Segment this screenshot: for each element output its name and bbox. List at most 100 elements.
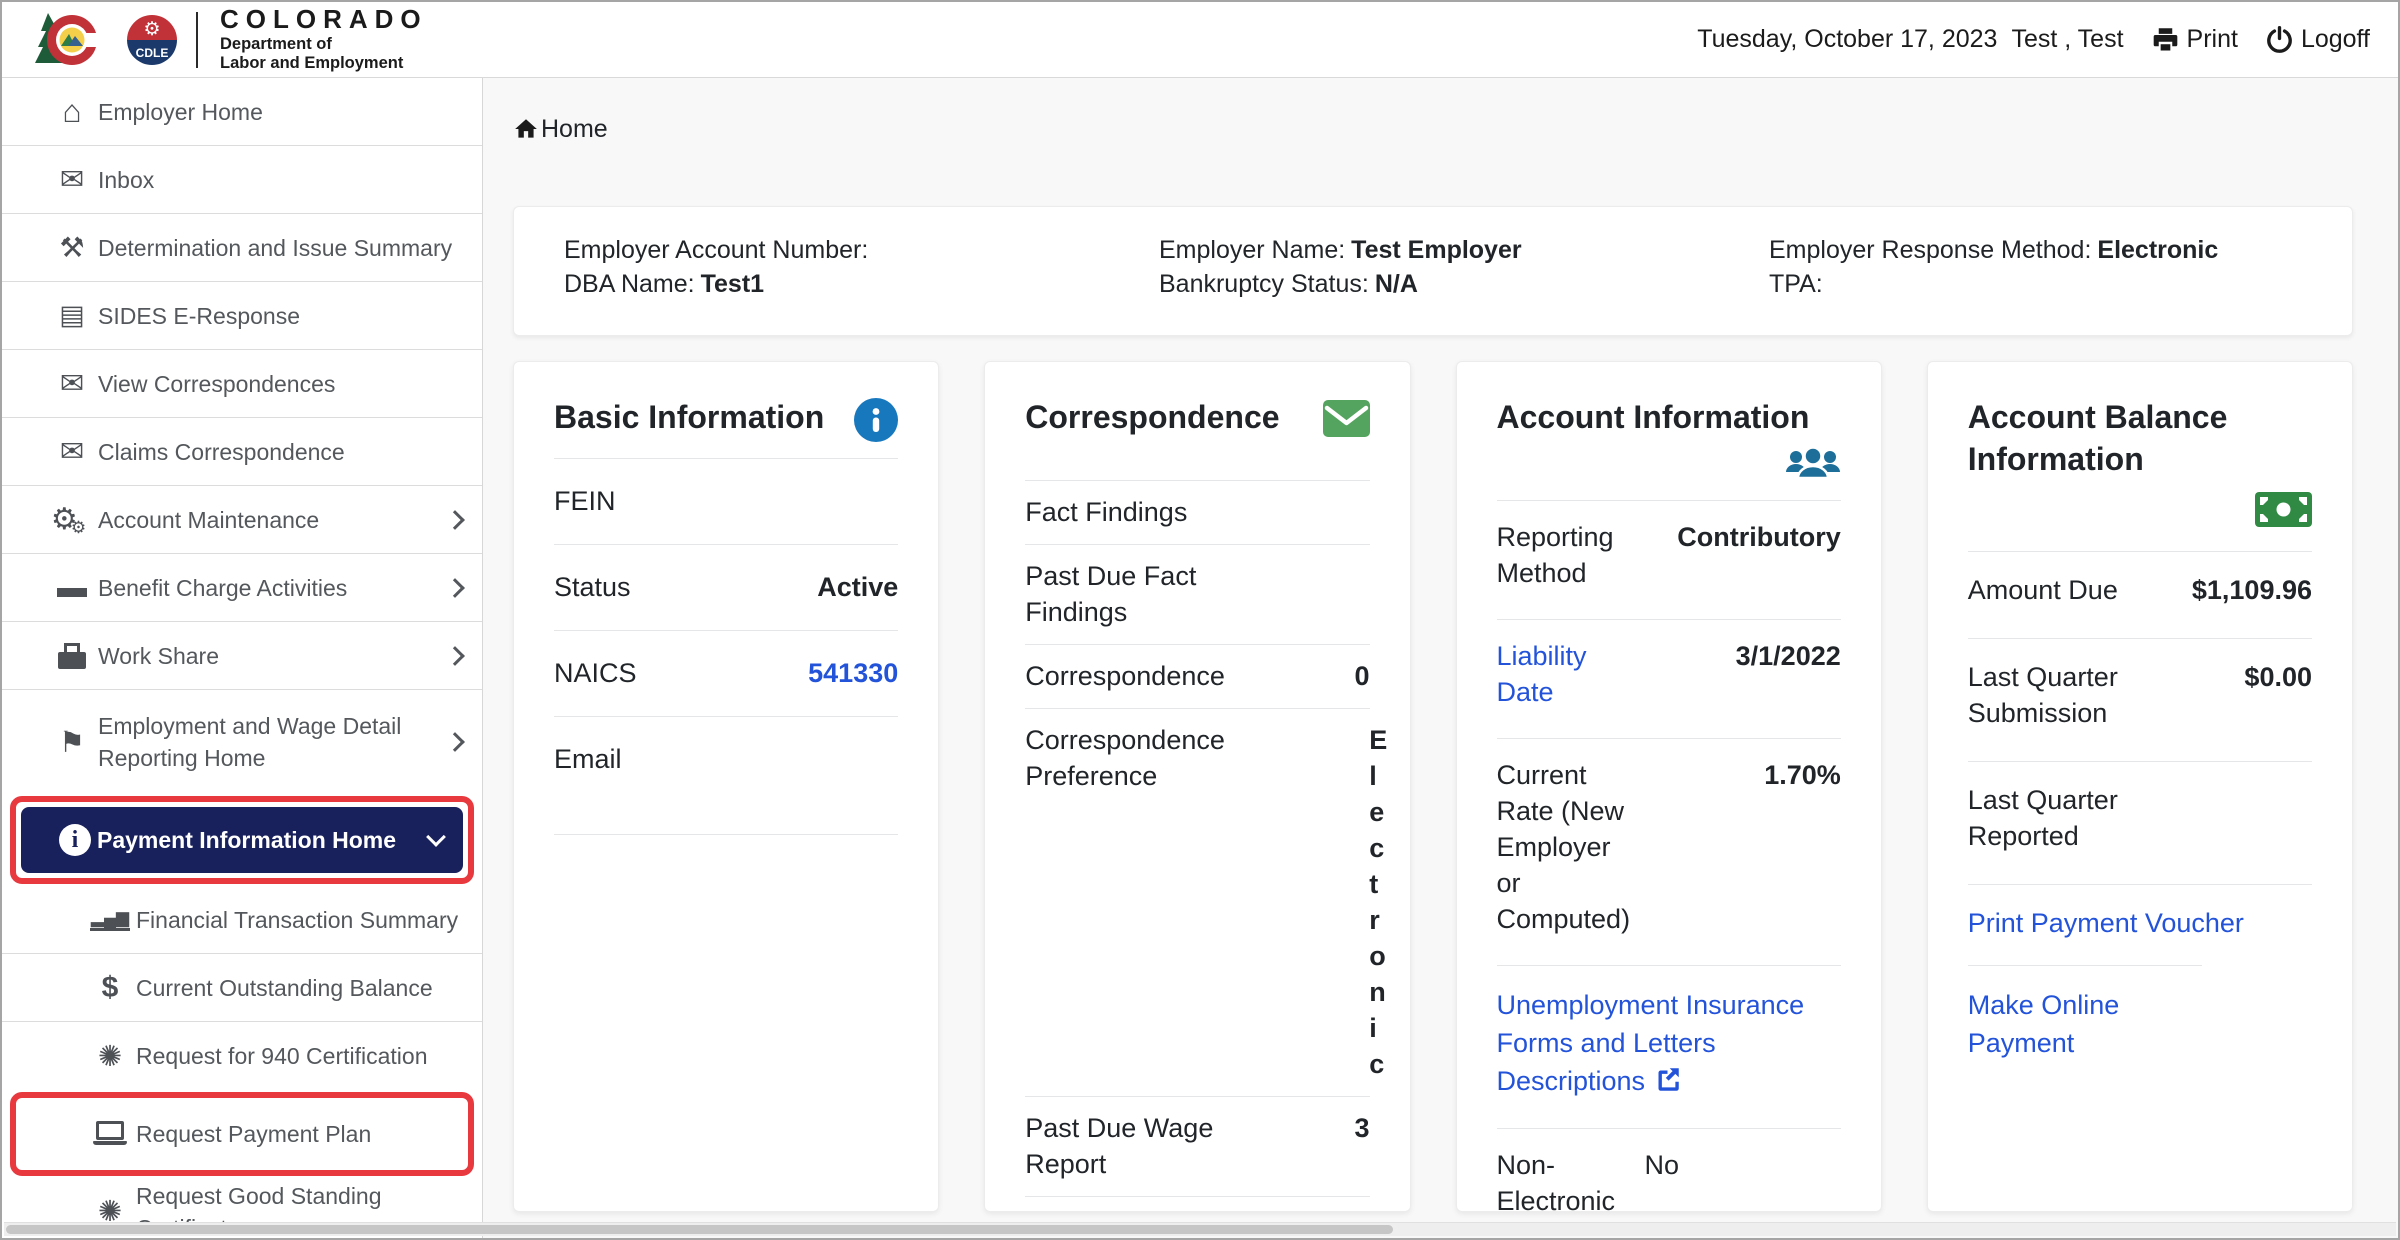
fein-label: FEIN xyxy=(554,483,726,519)
sidebar-nav: Employer Home Inbox Determination and Is… xyxy=(2,78,483,1238)
dba-name-label: DBA Name: xyxy=(564,270,695,298)
correspondence-count-value: 0 xyxy=(1251,658,1369,694)
scrollbar-thumb[interactable] xyxy=(6,1225,1393,1234)
sidebar-item-payment-information-home[interactable]: Payment Information Home xyxy=(21,807,463,873)
amount-due-row: Amount Due $1,109.96 xyxy=(1968,551,2312,638)
last-quarter-submission-row: Last Quarter Submission $0.00 xyxy=(1968,638,2312,761)
envelope-icon xyxy=(52,366,92,401)
correspondence-count-label: Correspondence xyxy=(1025,658,1251,694)
breadcrumb-home-link[interactable]: Home xyxy=(541,115,608,144)
briefcase-icon xyxy=(52,641,92,671)
chevron-right-icon xyxy=(445,578,465,598)
sidebar-item-label: Account Maintenance xyxy=(98,504,448,536)
past-due-fact-findings-row: Past Due Fact Findings xyxy=(1025,544,1369,644)
chevron-down-icon xyxy=(426,827,446,847)
sidebar-item-label: Inbox xyxy=(98,164,462,196)
sidebar-item-label: Employment and Wage Detail Reporting Hom… xyxy=(98,710,448,774)
cdle-employer-services-label: CDLE Employer Services xyxy=(1025,1210,1251,1212)
ui-forms-letters-link[interactable]: Unemployment Insurance Forms and Letters… xyxy=(1497,990,1805,1096)
logoff-button[interactable]: Logoff xyxy=(2266,25,2370,54)
sidebar-item-claims-correspondence[interactable]: Claims Correspondence xyxy=(2,418,482,486)
past-due-wage-report-row: Past Due Wage Report 3 xyxy=(1025,1096,1369,1196)
amount-due-value: $1,109.96 xyxy=(2180,572,2312,608)
make-online-payment-row: Make Online Payment xyxy=(1968,966,2312,1086)
status-row: Status Active xyxy=(554,544,898,630)
dba-name-value: Test1 xyxy=(701,270,764,298)
naics-code-link[interactable]: 541330 xyxy=(726,655,898,691)
account-balance-information-card: Account Balance Information xyxy=(1927,361,2353,1212)
envelope-icon xyxy=(52,162,92,197)
liability-date-link[interactable]: Liability Date xyxy=(1497,638,1631,710)
cdle-phone-link[interactable]: +1 303-318-9100 xyxy=(1251,1210,1385,1212)
tpa-label: TPA: xyxy=(1769,270,1823,298)
envelope-icon xyxy=(52,434,92,469)
sidebar-item-employment-wage-detail-reporting-home[interactable]: Employment and Wage Detail Reporting Hom… xyxy=(2,690,482,794)
liability-date-row: Liability Date 3/1/2022 xyxy=(1497,619,1841,738)
main-content: Home Employer Account Number: DBA Name:T… xyxy=(483,78,2398,1238)
employer-name-value: Test Employer xyxy=(1351,236,1521,264)
sidebar-item-employer-home[interactable]: Employer Home xyxy=(2,78,482,146)
chevron-right-icon xyxy=(445,732,465,752)
sidebar-item-current-outstanding-balance[interactable]: Current Outstanding Balance xyxy=(2,954,482,1022)
bar-chart-icon xyxy=(90,908,130,931)
last-quarter-reported-label: Last Quarter Reported xyxy=(1968,782,2180,854)
employer-response-method-label: Employer Response Method: xyxy=(1769,236,2091,264)
sidebar-item-account-maintenance[interactable]: Account Maintenance xyxy=(2,486,482,554)
breadcrumb: Home xyxy=(513,112,2353,146)
card-title: Basic Information xyxy=(554,396,824,438)
annotation-box-payment-information-home: Payment Information Home xyxy=(10,796,474,884)
brand-text: COLORADO Department of Labor and Employm… xyxy=(220,6,428,73)
naics-label: NAICS xyxy=(554,655,726,691)
dollar-icon xyxy=(90,971,130,1005)
sidebar-item-benefit-charge-activities[interactable]: Benefit Charge Activities xyxy=(2,554,482,622)
current-rate-label: Current Rate (New Employer or Computed) xyxy=(1497,757,1631,937)
logged-in-user: Test , Test xyxy=(2011,25,2123,54)
info-circle-icon xyxy=(854,398,898,442)
past-due-fact-findings-label: Past Due Fact Findings xyxy=(1025,558,1251,630)
sidebar-item-financial-transaction-summary[interactable]: Financial Transaction Summary xyxy=(2,886,482,954)
flag-icon xyxy=(52,725,92,760)
email-label: Email xyxy=(554,741,726,777)
home-icon xyxy=(52,93,92,130)
annotation-box-request-payment-plan: Request Payment Plan xyxy=(10,1092,474,1176)
account-information-card: Account Information xyxy=(1456,361,1882,1212)
certificate-seal-icon xyxy=(90,1039,130,1074)
gears-icon xyxy=(52,502,92,537)
sidebar-item-sides-e-response[interactable]: SIDES E-Response xyxy=(2,282,482,350)
sidebar-item-request-940-certification[interactable]: Request for 940 Certification xyxy=(2,1022,482,1090)
horizontal-scrollbar[interactable] xyxy=(4,1222,2396,1236)
bankruptcy-status-value: N/A xyxy=(1375,270,1418,298)
employer-name-label: Employer Name: xyxy=(1159,236,1345,264)
current-rate-row: Current Rate (New Employer or Computed) … xyxy=(1497,738,1841,965)
sidebar-item-inbox[interactable]: Inbox xyxy=(2,146,482,214)
print-payment-voucher-link[interactable]: Print Payment Voucher xyxy=(1968,908,2244,938)
sidebar-item-label: Financial Transaction Summary xyxy=(136,904,462,936)
reporting-method-label: Reporting Method xyxy=(1497,519,1631,591)
sidebar-item-view-correspondences[interactable]: View Correspondences xyxy=(2,350,482,418)
sidebar-item-label: Work Share xyxy=(98,640,448,672)
reporting-method-value: Contributory xyxy=(1631,519,1841,555)
print-button[interactable]: Print xyxy=(2152,25,2238,54)
make-online-payment-link[interactable]: Make Online Payment xyxy=(1968,986,2143,1062)
card-title: Account Balance Information xyxy=(1968,396,2312,480)
amount-due-label: Amount Due xyxy=(1968,572,2180,608)
book-icon xyxy=(52,300,92,331)
sidebar-item-determination-issue-summary[interactable]: Determination and Issue Summary xyxy=(2,214,482,282)
power-icon xyxy=(2266,26,2293,53)
sidebar-item-label: Employer Home xyxy=(98,96,462,128)
sidebar-item-label: Claims Correspondence xyxy=(98,436,462,468)
sidebar-item-request-payment-plan[interactable]: Request Payment Plan xyxy=(16,1098,468,1170)
home-icon xyxy=(513,116,539,142)
past-due-wage-report-value: 3 xyxy=(1251,1110,1369,1146)
employer-account-number-label: Employer Account Number: xyxy=(564,236,868,264)
print-label: Print xyxy=(2187,25,2238,54)
cdle-employer-services-row: CDLE Employer Services +1 303-318-9100 xyxy=(1025,1196,1369,1212)
brand-dept-line1: Department of xyxy=(220,35,428,54)
last-quarter-reported-row: Last Quarter Reported xyxy=(1968,761,2312,884)
top-header: ⚙ CDLE COLORADO Department of Labor and … xyxy=(2,2,2398,78)
sidebar-item-label: View Correspondences xyxy=(98,368,462,400)
card-title: Account Information xyxy=(1497,396,1810,438)
status-value: Active xyxy=(726,569,898,605)
sidebar-item-work-share[interactable]: Work Share xyxy=(2,622,482,690)
employer-response-method-value: Electronic xyxy=(2097,236,2218,264)
